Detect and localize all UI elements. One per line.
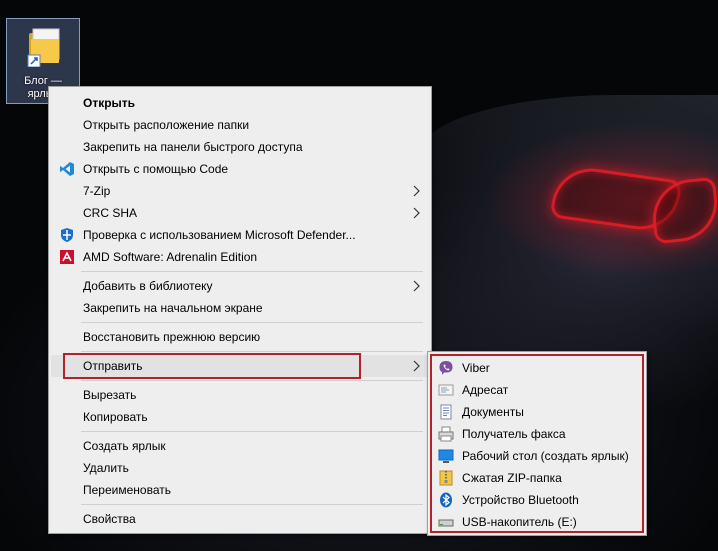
send-to-usb-drive[interactable]: USB-накопитель (E:) <box>432 511 642 533</box>
send-to-desktop-shortcut[interactable]: Рабочий стол (создать ярлык) <box>432 445 642 467</box>
menu-separator <box>81 351 423 352</box>
menu-item-rename[interactable]: Переименовать <box>51 479 429 501</box>
chevron-right-icon <box>413 207 420 219</box>
menu-separator <box>81 504 423 505</box>
send-to-submenu: Viber Адресат Документы Получатель факса… <box>427 351 647 536</box>
menu-item-open-folder-location[interactable]: Открыть расположение папки <box>51 114 429 136</box>
mail-recipient-icon <box>438 384 454 396</box>
usb-drive-icon <box>438 519 454 527</box>
menu-separator <box>81 431 423 432</box>
menu-separator <box>81 380 423 381</box>
menu-item-defender-scan[interactable]: Проверка с использованием Microsoft Defe… <box>51 224 429 246</box>
menu-item-properties[interactable]: Свойства <box>51 508 429 530</box>
defender-icon <box>61 228 73 242</box>
send-to-mail-recipient[interactable]: Адресат <box>432 379 642 401</box>
viber-icon <box>439 361 453 375</box>
chevron-right-icon <box>413 360 420 372</box>
menu-item-create-shortcut[interactable]: Создать ярлык <box>51 435 429 457</box>
documents-icon <box>440 404 452 420</box>
chevron-right-icon <box>413 185 420 197</box>
send-to-highlight-frame <box>63 353 361 379</box>
folder-icon <box>27 28 60 67</box>
vscode-icon <box>60 162 74 176</box>
menu-item-open-with-code[interactable]: Открыть с помощью Code <box>51 158 429 180</box>
context-menu: Открыть Открыть расположение папки Закре… <box>48 86 432 534</box>
send-to-viber[interactable]: Viber <box>432 357 642 379</box>
menu-item-pin-quick-access[interactable]: Закрепить на панели быстрого доступа <box>51 136 429 158</box>
menu-item-copy[interactable]: Копировать <box>51 406 429 428</box>
bluetooth-icon <box>440 492 452 508</box>
menu-separator <box>81 271 423 272</box>
zip-folder-icon <box>439 470 453 486</box>
menu-item-add-to-library[interactable]: Добавить в библиотеку <box>51 275 429 297</box>
fax-icon <box>438 426 454 442</box>
menu-item-cut[interactable]: Вырезать <box>51 384 429 406</box>
amd-icon <box>60 250 74 264</box>
menu-item-pin-start[interactable]: Закрепить на начальном экране <box>51 297 429 319</box>
menu-item-crc-sha[interactable]: CRC SHA <box>51 202 429 224</box>
menu-separator <box>81 322 423 323</box>
send-to-documents[interactable]: Документы <box>432 401 642 423</box>
chevron-right-icon <box>413 280 420 292</box>
menu-item-delete[interactable]: Удалить <box>51 457 429 479</box>
menu-item-open[interactable]: Открыть <box>51 92 429 114</box>
send-to-bluetooth-device[interactable]: Устройство Bluetooth <box>432 489 642 511</box>
desktop-icon <box>438 449 454 463</box>
menu-item-restore-previous-version[interactable]: Восстановить прежнюю версию <box>51 326 429 348</box>
send-to-zip-folder[interactable]: Сжатая ZIP-папка <box>432 467 642 489</box>
menu-item-7zip[interactable]: 7-Zip <box>51 180 429 202</box>
send-to-fax-recipient[interactable]: Получатель факса <box>432 423 642 445</box>
menu-item-amd-software[interactable]: AMD Software: Adrenalin Edition <box>51 246 429 268</box>
